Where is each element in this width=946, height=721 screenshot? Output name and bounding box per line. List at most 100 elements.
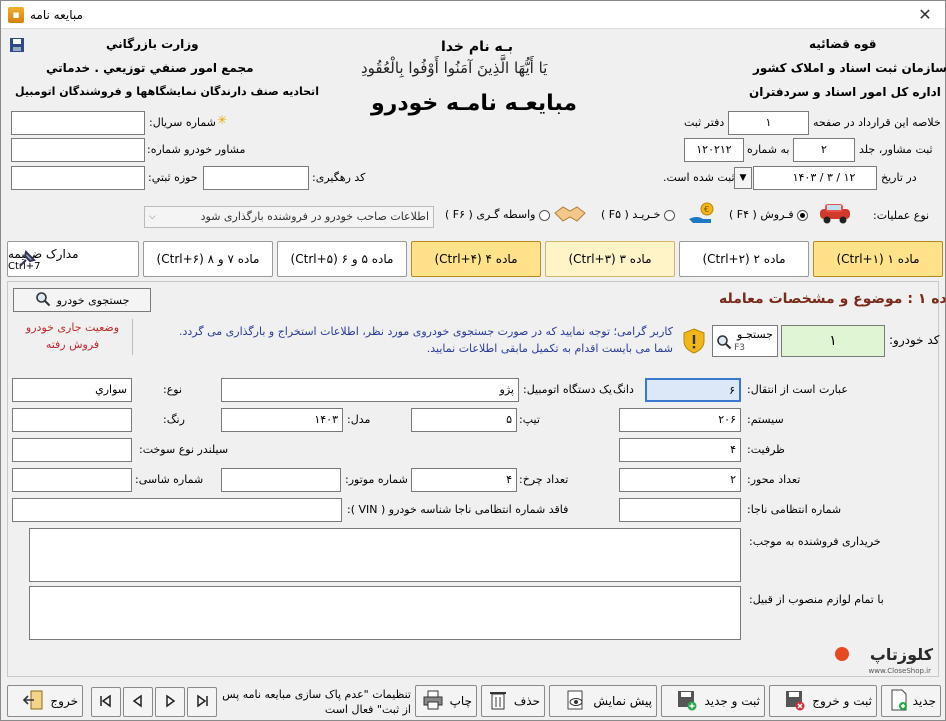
status-title: وضعیت جاری خودرو [25, 321, 120, 334]
purchase-textarea[interactable] [29, 528, 741, 582]
tab-article-3[interactable]: ماده ۳ (Ctrl+۳) [545, 241, 675, 277]
tab-article-4[interactable]: ماده ۴ (Ctrl+۴) [411, 241, 541, 277]
org-registration: سازمان ثبت اسناد و املاک کشور [753, 61, 946, 75]
transfer-input[interactable]: ۶ [645, 378, 741, 402]
chevron-down-icon: ▼ [739, 173, 747, 183]
shomare-input[interactable]: ۱۲۰۲۱۲ [684, 138, 744, 162]
sabt-label: ثبت مشاور، جلد [859, 143, 933, 156]
first-record-button[interactable] [91, 687, 121, 717]
cylinder-label: سیلندر نوع سوخت: [139, 443, 229, 456]
engine-input[interactable] [221, 468, 341, 492]
radio-buy[interactable]: خـريـد ( F۵ ) [601, 208, 675, 221]
tip-input[interactable]: ۵ [411, 408, 517, 432]
notice-line-2: شما می بایست اقدام به تکمیل مابقی اطلاعا… [426, 342, 673, 355]
tab-article-7-8[interactable]: ماده ۷ و ۸ (Ctrl+۶) [143, 241, 273, 277]
wheel-input[interactable]: ۴ [411, 468, 517, 492]
car-code-label: کد خودرو: [889, 333, 940, 347]
title-bar: ■ مبایعه نامه ✕ [1, 1, 945, 29]
bismillah: بـه نام خدا [441, 39, 514, 55]
search-f3-button[interactable]: جستجـو F3 [712, 325, 778, 357]
car-code-input[interactable]: ۱ [781, 325, 885, 357]
search-f3-key: F3 [734, 343, 745, 353]
trash-icon [488, 689, 508, 714]
app-window: ■ مبایعه نامه ✕ وزارت بازرگاني مجمع امور… [0, 0, 946, 721]
app-icon: ■ [8, 6, 24, 23]
accessories-label: با تمام لوازم منصوب از قبیل: [749, 593, 884, 606]
system-input[interactable]: ۲۰۶ [619, 408, 741, 432]
cylinder-input[interactable] [12, 438, 132, 462]
shield-warning-icon [681, 327, 707, 355]
naja-label: شماره انتظامی ناجا: [747, 503, 842, 516]
close-icon[interactable]: ✕ [915, 5, 935, 25]
one-car-input[interactable]: پژو [221, 378, 519, 402]
play-left-icon [131, 694, 145, 711]
tab-article-5-6[interactable]: ماده ۵ و ۶ (Ctrl+۵) [277, 241, 407, 277]
accessories-textarea[interactable] [29, 586, 741, 640]
capacity-label: ظرفیت: [747, 443, 785, 456]
print-button[interactable]: چاپ [415, 685, 477, 717]
save-new-button[interactable]: ثبت و جدید [661, 685, 765, 717]
preview-eye-icon [565, 689, 587, 714]
capacity-input[interactable]: ۴ [619, 438, 741, 462]
type-input[interactable]: سواري [12, 378, 132, 402]
tab-attachments[interactable]: مدارک ضمیمه Ctrl+7 [7, 241, 139, 277]
advisor-input[interactable] [11, 138, 145, 162]
naja-input[interactable] [619, 498, 741, 522]
tracking-input[interactable] [203, 166, 309, 190]
zone-input[interactable] [11, 166, 145, 190]
skip-end-icon [195, 694, 209, 711]
brand-url: www.CloseShop.ir [868, 667, 931, 675]
serial-input[interactable] [11, 111, 145, 135]
section-title: ماده ۱ : موضوع و مشخصات معامله [719, 291, 946, 307]
setting-line-2: از ثبت" فعال است [324, 703, 411, 716]
summary-page-input[interactable]: ۱ [728, 111, 809, 135]
color-input[interactable] [12, 408, 132, 432]
axle-input[interactable]: ۲ [619, 468, 741, 492]
axle-label: تعداد محور: [747, 473, 801, 486]
zone-label: حوزه ثبتي: [148, 171, 198, 184]
chevron-down-icon: ⌵ [149, 212, 156, 222]
radio-broker[interactable]: واسطه گـری ( F۶ ) [445, 208, 550, 221]
engine-label: شماره موتور: [345, 473, 408, 486]
model-label: مدل: [347, 413, 371, 426]
tab-article-1[interactable]: ماده ۱ (Ctrl+۱) [813, 241, 943, 277]
search-vehicle-label: جستجوی خودرو [56, 293, 130, 307]
new-label: جدید [912, 694, 936, 708]
chassis-label: شماره شاسی: [135, 473, 204, 486]
vin-input[interactable] [12, 498, 342, 522]
save-exit-button[interactable]: ثبت و خروج [769, 685, 877, 717]
new-button[interactable]: جدید [881, 685, 941, 717]
jeld-input[interactable]: ۲ [793, 138, 855, 162]
chassis-input[interactable] [12, 468, 132, 492]
car-icon [817, 199, 853, 227]
tab-article-2[interactable]: ماده ۲ (Ctrl+۲) [679, 241, 809, 277]
org-judiciary: قوه قضائيه [809, 37, 877, 51]
delete-label: حذف [513, 694, 540, 708]
model-input[interactable]: ۱۴۰۳ [221, 408, 343, 432]
last-record-button[interactable] [187, 687, 217, 717]
owner-data-dropdown[interactable]: اطلاعات صاحب خودرو در فروشنده بارگذاری ش… [144, 206, 434, 228]
exit-button[interactable]: خروج [7, 685, 83, 717]
date-dropdown-button[interactable]: ▼ [734, 167, 752, 189]
radio-sell-label: فـروش ( F۴ ) [729, 208, 794, 221]
prev-record-button[interactable] [123, 687, 153, 717]
date-input[interactable]: ۱۲ / ۳ / ۱۴۰۳ [753, 166, 877, 190]
skip-start-icon [99, 694, 113, 711]
radio-sell[interactable]: فـروش ( F۴ ) [729, 208, 809, 221]
svg-text:€: € [704, 205, 709, 214]
search-vehicle-button[interactable]: جستجوی خودرو [13, 288, 151, 312]
next-record-button[interactable] [155, 687, 185, 717]
save-add-icon [676, 689, 698, 714]
preview-button[interactable]: پیش نمایش [549, 685, 657, 717]
brand-name: کلوزتاپ [869, 645, 933, 664]
radio-broker-dot [538, 209, 550, 221]
vin-label: فاقد شماره انتظامی ناجا شناسه خودرو ( VI… [347, 503, 569, 516]
purchase-label: خریداری فروشنده به موجب: [749, 535, 881, 548]
window-title: مبایعه نامه [30, 7, 83, 22]
org-dealers-union: اتحاديه صنف دارندگان نمايشگاهها و فروشند… [15, 85, 319, 98]
printer-icon [422, 689, 444, 714]
search-icon [35, 291, 51, 310]
save-disk-icon[interactable] [9, 37, 25, 53]
type-label: نوع: [163, 383, 183, 396]
delete-button[interactable]: حذف [481, 685, 545, 717]
